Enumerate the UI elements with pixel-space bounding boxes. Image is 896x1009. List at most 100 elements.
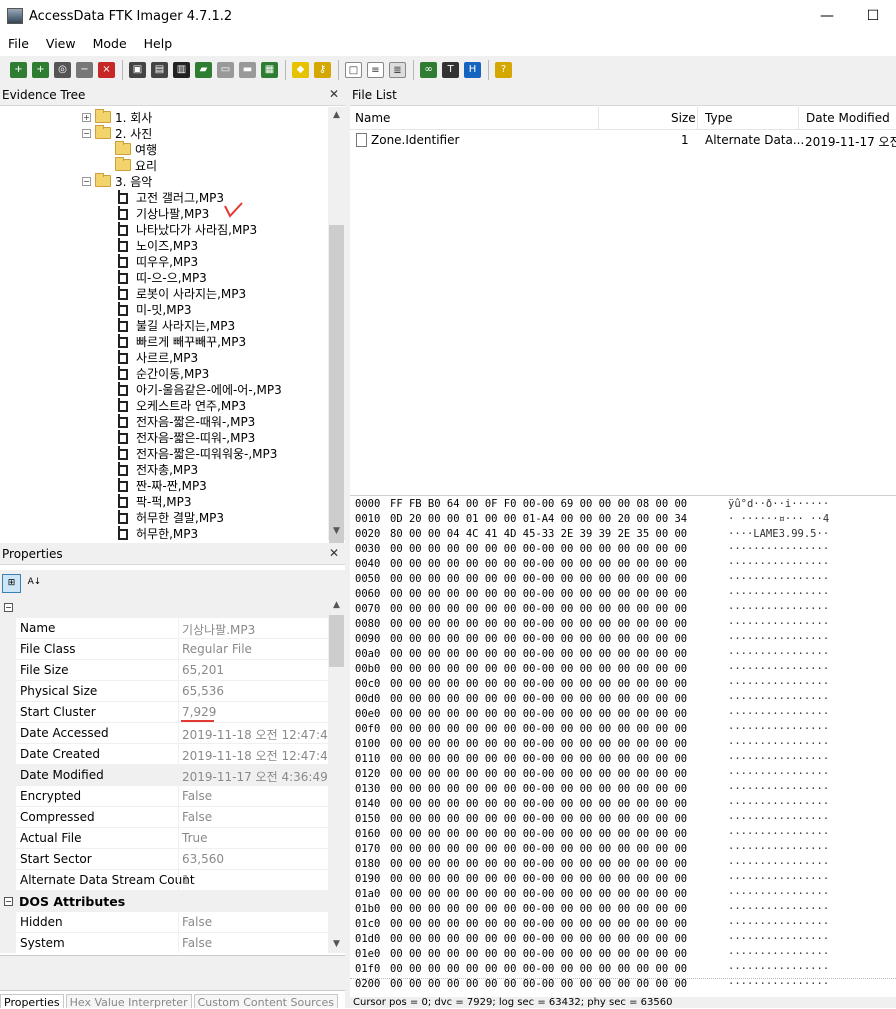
tree-file[interactable]: 기상나팔,MP3 bbox=[116, 205, 209, 221]
scroll-up-icon[interactable]: ▲ bbox=[328, 597, 345, 614]
tree-file[interactable]: 짠-짜-짠,MP3 bbox=[116, 477, 207, 493]
tree-file[interactable]: 오케스트라 연주,MP3 bbox=[116, 397, 246, 413]
property-row[interactable]: Start Cluster 7,929 bbox=[0, 702, 328, 723]
text-view-icon[interactable]: T bbox=[442, 62, 459, 78]
collapse-icon[interactable]: − bbox=[4, 897, 13, 906]
hex-viewer[interactable]: 0000 FF FB B0 64 00 0F F0 00-00 69 00 00 … bbox=[350, 495, 896, 990]
menu-view[interactable]: View bbox=[38, 36, 85, 51]
tree-scroll-thumb[interactable] bbox=[329, 225, 344, 553]
tree-file[interactable]: 고전 갤러그,MP3 bbox=[116, 189, 224, 205]
tab-properties[interactable]: Properties bbox=[0, 994, 64, 1009]
property-row[interactable]: Actual File True bbox=[0, 828, 328, 849]
close-icon[interactable]: ✕ bbox=[329, 87, 339, 101]
column-size[interactable]: Size bbox=[671, 111, 696, 125]
property-row[interactable]: Date Created 2019-11-18 오전 12:47:46 bbox=[0, 744, 328, 765]
tree-file[interactable]: 전자총,MP3 bbox=[116, 461, 198, 477]
scroll-down-icon[interactable]: ▼ bbox=[328, 523, 345, 540]
property-row[interactable]: File Class Regular File bbox=[0, 639, 328, 660]
tree-file[interactable]: 순간이동,MP3 bbox=[116, 365, 209, 381]
property-row[interactable]: Encrypted False bbox=[0, 786, 328, 807]
minimize-button[interactable]: — bbox=[804, 0, 850, 32]
column-divider[interactable] bbox=[798, 107, 799, 130]
tree-folder[interactable]: − 2. 사진 bbox=[82, 125, 152, 141]
menu-file[interactable]: File bbox=[0, 36, 38, 51]
properties-scroll-thumb[interactable] bbox=[329, 615, 344, 667]
collapse-icon[interactable]: − bbox=[82, 128, 91, 138]
decrypt-icon[interactable]: ▬ bbox=[239, 62, 256, 78]
view-files-icon[interactable]: ∞ bbox=[420, 62, 437, 78]
alphabetical-sort-icon[interactable]: A↓ bbox=[25, 574, 44, 593]
property-row[interactable]: Date Accessed 2019-11-18 오전 12:47:46 bbox=[0, 723, 328, 744]
add-to-custom-content-icon[interactable]: ▰ bbox=[195, 62, 212, 78]
tree-folder[interactable]: − 3. 음악 bbox=[82, 173, 152, 189]
remove-evidence-icon[interactable]: − bbox=[76, 62, 93, 78]
tree-file[interactable]: 노이즈,MP3 bbox=[116, 237, 198, 253]
collapse-icon[interactable]: − bbox=[4, 603, 13, 612]
property-row[interactable]: System False bbox=[0, 933, 328, 953]
tree-folder[interactable]: 여행 bbox=[102, 141, 157, 157]
create-disk-image-icon[interactable]: ▣ bbox=[129, 62, 146, 78]
column-type[interactable]: Type bbox=[705, 111, 733, 125]
add-all-evidence-icon[interactable]: + bbox=[32, 62, 49, 78]
tree-file[interactable]: 허무한 결말,MP3 bbox=[116, 509, 224, 525]
image-mounting-icon[interactable]: ◎ bbox=[54, 62, 71, 78]
tree-file[interactable]: 전자음-짧은-띠워워웅-,MP3 bbox=[116, 445, 277, 461]
property-row[interactable]: File Size 65,201 bbox=[0, 660, 328, 681]
tree-folder[interactable]: 요리 bbox=[102, 157, 157, 173]
column-name[interactable]: Name bbox=[355, 111, 390, 125]
scroll-down-icon[interactable]: ▼ bbox=[328, 936, 345, 953]
menu-mode[interactable]: Mode bbox=[85, 36, 136, 51]
property-category[interactable]: − DOS Attributes bbox=[0, 891, 328, 912]
tab-hex-value-interpreter[interactable]: Hex Value Interpreter bbox=[65, 994, 192, 1009]
property-row[interactable]: Name 기상나팔.MP3 bbox=[0, 618, 328, 639]
scroll-up-icon[interactable]: ▲ bbox=[328, 107, 345, 124]
maximize-button[interactable]: ☐ bbox=[850, 0, 896, 32]
property-row[interactable]: Hidden False bbox=[0, 912, 328, 933]
tree-file[interactable]: 띠우우,MP3 bbox=[116, 253, 198, 269]
column-date-modified[interactable]: Date Modified bbox=[806, 111, 890, 125]
expand-icon[interactable]: + bbox=[82, 112, 91, 122]
properties-scrollbar[interactable]: ▲ ▼ bbox=[328, 597, 345, 953]
tree-scrollbar[interactable]: ▲ ▼ bbox=[328, 107, 345, 553]
tree-file[interactable]: 아기-울음같은-에에-어-,MP3 bbox=[116, 381, 282, 397]
menu-help[interactable]: Help bbox=[136, 36, 182, 51]
property-row[interactable]: Physical Size 65,536 bbox=[0, 681, 328, 702]
export-file-hash-list-icon[interactable]: ≡ bbox=[367, 62, 384, 78]
hex-view-icon[interactable]: H bbox=[464, 62, 481, 78]
tree-file[interactable]: 로봇이 사라지는,MP3 bbox=[116, 285, 246, 301]
tree-file[interactable]: 전자음-짧은-때워-,MP3 bbox=[116, 413, 255, 429]
column-divider[interactable] bbox=[697, 107, 698, 130]
memory-capture-icon[interactable]: ▦ bbox=[261, 62, 278, 78]
export-directory-listing-icon[interactable]: ≣ bbox=[389, 62, 406, 78]
collapse-icon[interactable]: − bbox=[82, 176, 91, 186]
export-disk-image-icon[interactable]: ▤ bbox=[151, 62, 168, 78]
property-row[interactable]: Date Modified 2019-11-17 오전 4:36:49 bbox=[0, 765, 328, 786]
column-divider[interactable] bbox=[598, 107, 599, 130]
tree-folder[interactable]: +1. 회사 bbox=[82, 109, 152, 125]
property-row[interactable]: Alternate Data Stream Count 1 bbox=[0, 870, 328, 891]
property-category[interactable]: − bbox=[0, 597, 328, 618]
property-row[interactable]: Start Sector 63,560 bbox=[0, 849, 328, 870]
tab-custom-content-sources[interactable]: Custom Content Sources bbox=[193, 994, 339, 1009]
tree-file[interactable]: 팍-퍽,MP3 bbox=[116, 493, 191, 509]
close-icon[interactable]: ✕ bbox=[329, 546, 339, 560]
detect-encryption-icon[interactable]: ⚷ bbox=[314, 62, 331, 78]
help-icon[interactable]: ? bbox=[495, 62, 512, 78]
add-evidence-icon[interactable]: + bbox=[10, 62, 27, 78]
tree-file[interactable]: 빠르게 빼꾸빼꾸,MP3 bbox=[116, 333, 246, 349]
tree-file[interactable]: 불길 사라지는,MP3 bbox=[116, 317, 235, 333]
categorized-sort-icon[interactable]: ⊞ bbox=[2, 574, 21, 593]
tree-file[interactable]: 나타났다가 사라짐,MP3 bbox=[116, 221, 257, 237]
tree-file[interactable]: 전자음-짧은-띠워-,MP3 bbox=[116, 429, 255, 445]
tree-file[interactable]: 미-밋,MP3 bbox=[116, 301, 191, 317]
create-custom-content-image-icon[interactable]: ▭ bbox=[217, 62, 234, 78]
export-logical-image-icon[interactable]: ▥ bbox=[173, 62, 190, 78]
obtain-protected-files-icon[interactable]: ◆ bbox=[292, 62, 309, 78]
property-row[interactable]: Compressed False bbox=[0, 807, 328, 828]
tree-file[interactable]: 허무한,MP3 bbox=[116, 525, 198, 540]
export-files-icon[interactable]: □ bbox=[345, 62, 362, 78]
file-list-row[interactable]: Zone.Identifier 1 Alternate Data... 2019… bbox=[350, 131, 896, 149]
remove-all-evidence-icon[interactable]: × bbox=[98, 62, 115, 78]
tree-file[interactable]: 띠-으-으,MP3 bbox=[116, 269, 207, 285]
tree-file[interactable]: 사르르,MP3 bbox=[116, 349, 198, 365]
